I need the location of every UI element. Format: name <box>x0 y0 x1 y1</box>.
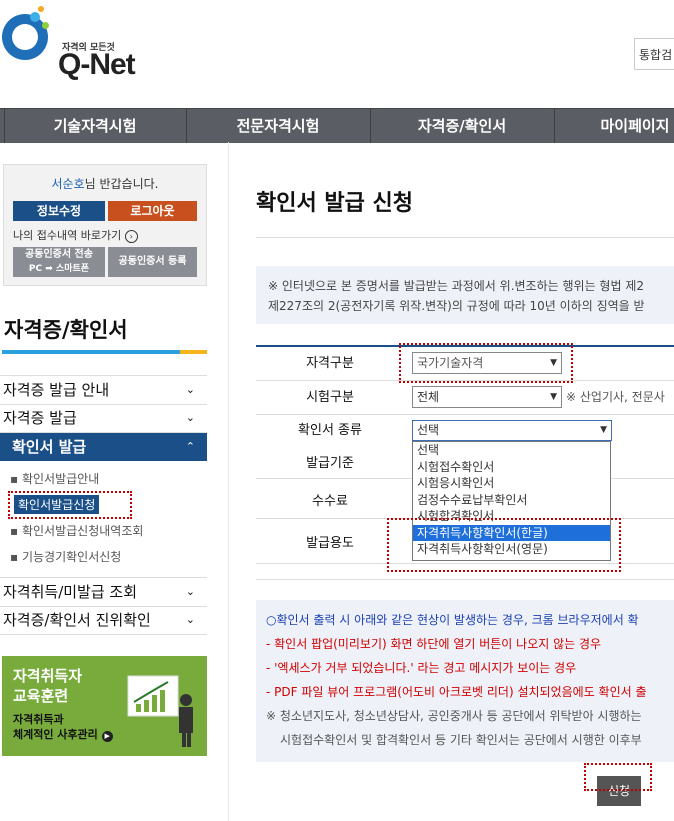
chevron-up-icon: ⌃ <box>185 440 195 453</box>
legal-notice: ※ 인터넷으로 본 증명서를 발급받는 과정에서 위.변조하는 행위는 형법 제… <box>256 266 674 324</box>
logo-dot <box>42 22 49 29</box>
sidebar-title: 자격증/확인서 <box>4 318 128 342</box>
nav-mypage[interactable]: 마이페이지 <box>555 109 674 143</box>
nav-certificate[interactable]: 자격증/확인서 <box>371 109 553 143</box>
dropdown-option[interactable]: 선택 <box>413 442 610 459</box>
chevron-down-icon: ⌄ <box>185 585 195 598</box>
user-name[interactable]: 서순호 <box>52 177 85 191</box>
circle-arrow-icon: › <box>124 230 138 243</box>
exam-type-label: 시험구분 <box>306 390 354 405</box>
recent-application-link[interactable]: 나의 접수내역 바로가기 › <box>13 227 138 243</box>
row-divider <box>256 579 674 580</box>
exam-type-select[interactable]: 전체 ▼ <box>412 386 562 408</box>
dropdown-option[interactable]: 시험응시확인서 <box>413 475 610 492</box>
qnet-logo-mark[interactable] <box>2 14 48 60</box>
highlight-box <box>387 518 621 572</box>
form-row-exam-type: 시험구분 전체 ▼ ※ 산업기사, 전문사 <box>256 381 674 415</box>
chevron-down-icon: ⌄ <box>185 613 195 626</box>
highlight-box <box>399 343 573 383</box>
sub-item-guide[interactable]: ▪ 확인서발급안내 <box>10 470 99 487</box>
chevron-down-icon: ⌄ <box>185 383 195 396</box>
sub-item-skill-competition[interactable]: ▪ 기능경기확인서신청 <box>10 548 121 565</box>
dropdown-arrow-icon: ▼ <box>550 392 557 402</box>
sidebar-item-authenticity-check[interactable]: 자격증/확인서 진위확인 ⌄ <box>0 606 207 635</box>
sidebar-item-confirmation-issue[interactable]: 확인서 발급 ⌃ <box>0 433 207 461</box>
cert-transfer-button[interactable]: 공동인증서 전송 PC ➡ 스마트폰 <box>13 247 105 277</box>
logo-dot <box>38 6 44 12</box>
highlight-box <box>8 491 132 519</box>
title-divider <box>256 237 674 238</box>
chevron-down-icon: ⌄ <box>185 411 195 424</box>
browser-info-box: ○확인서 출력 시 아래와 같은 현상이 발생하는 경우, 크롬 브라우저에서 … <box>256 600 674 762</box>
sidebar-item-cert-issue-guide[interactable]: 자격증 발급 안내 ⌄ <box>0 375 207 405</box>
qualification-label: 자격구분 <box>306 356 354 371</box>
sidebar-item-acquisition-inquiry[interactable]: 자격취득/미발급 조회 ⌄ <box>0 577 207 607</box>
cert-kind-label: 확인서 종류 <box>298 423 362 438</box>
column-divider <box>228 142 229 821</box>
edit-info-button[interactable]: 정보수정 <box>13 201 105 221</box>
play-circle-icon: ▶ <box>101 731 113 742</box>
dropdown-option[interactable]: 검정수수료납부확인서 <box>413 492 610 509</box>
login-box: 서순호님 반갑습니다. 정보수정 로그아웃 나의 접수내역 바로가기 › 공동인… <box>3 164 207 286</box>
greeting-text: 님 반갑습니다. <box>84 177 159 191</box>
sub-item-history[interactable]: ▪ 확인서발급신청내역조회 <box>10 522 143 539</box>
highlight-box <box>584 763 652 791</box>
logo-dot <box>30 12 40 22</box>
integrated-search-input[interactable]: 통합검 <box>634 38 674 70</box>
page-title: 확인서 발급 신청 <box>256 191 413 216</box>
purpose-label: 발급용도 <box>306 536 354 551</box>
issue-basis-label: 발급기준 <box>306 456 354 471</box>
logo-text[interactable]: Q-Net <box>58 48 136 82</box>
title-underline <box>2 350 180 354</box>
nav-tech-exam[interactable]: 기술자격시험 <box>4 109 186 143</box>
exam-type-note: ※ 산업기사, 전문사 <box>566 390 665 404</box>
logout-button[interactable]: 로그아웃 <box>108 201 197 221</box>
fee-label: 수수료 <box>312 494 348 509</box>
main-nav: 기술자격시험 전문자격시험 자격증/확인서 마이페이지 <box>0 108 674 143</box>
cert-kind-select[interactable]: 선택 ▼ <box>412 420 612 441</box>
title-underline-accent <box>180 350 207 354</box>
dropdown-arrow-icon: ▼ <box>600 425 607 435</box>
education-banner[interactable]: 자격취득자 교육훈련 자격취득과 체계적인 사후관리 ▶ <box>2 656 207 756</box>
presentation-icon <box>127 675 193 747</box>
cert-register-button[interactable]: 공동인증서 등록 <box>108 247 197 277</box>
nav-professional-exam[interactable]: 전문자격시험 <box>187 109 369 143</box>
dropdown-option[interactable]: 시험접수확인서 <box>413 459 610 476</box>
sidebar-item-cert-issue[interactable]: 자격증 발급 ⌄ <box>0 404 207 433</box>
